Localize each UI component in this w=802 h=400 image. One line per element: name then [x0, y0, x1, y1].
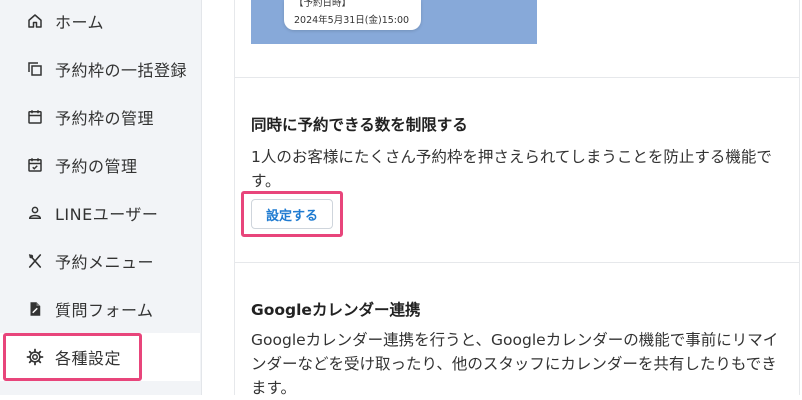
sidebar-item-reservation-menu[interactable]: 予約メニュー	[0, 237, 200, 285]
google-section-title: Googleカレンダー連携	[251, 301, 421, 319]
sidebar-item-label: 予約枠の一括登録	[55, 61, 188, 80]
utensils-icon	[25, 251, 45, 271]
gear-icon	[25, 347, 45, 367]
calendar-icon	[25, 107, 45, 127]
sidebar-item-label: 予約枠の管理	[55, 109, 155, 128]
sidebar-item-bulk-register[interactable]: 予約枠の一括登録	[0, 45, 200, 93]
sidebar: ホーム 予約枠の一括登録 予約枠の管理 予約の管理 LINEユーザー 予約メニュ…	[0, 0, 202, 395]
sidebar-item-settings[interactable]: 各種設定	[0, 333, 200, 381]
limit-section-title: 同時に予約できる数を制限する	[251, 116, 468, 134]
limit-settings-button[interactable]: 設定する	[251, 199, 333, 229]
sidebar-item-label: 各種設定	[55, 349, 122, 368]
copy-icon	[25, 59, 45, 79]
sidebar-item-label: 予約メニュー	[55, 253, 155, 272]
section-divider	[235, 262, 799, 263]
preview-card: 【予約日時】 2024年5月31日(金)15:00	[284, 0, 421, 30]
sidebar-item-label: LINEユーザー	[55, 205, 159, 224]
form-icon	[25, 299, 45, 319]
preview-card-datetime: 2024年5月31日(金)15:00	[294, 15, 410, 26]
home-icon	[25, 11, 45, 31]
limit-section-description: 1人のお客様にたくさん予約枠を押さえられてしまうことを防止する機能です。	[251, 148, 772, 190]
preview-card-heading: 【予約日時】	[294, 0, 352, 9]
sidebar-item-question-form[interactable]: 質問フォーム	[0, 285, 200, 333]
sidebar-item-label: 質問フォーム	[55, 301, 154, 320]
main-content: 【予約日時】 2024年5月31日(金)15:00 同時に予約できる数を制限する…	[234, 0, 800, 397]
section-divider	[235, 77, 799, 78]
user-icon	[25, 203, 45, 223]
preview-image: 【予約日時】 2024年5月31日(金)15:00	[251, 0, 537, 44]
sidebar-item-reservation-management[interactable]: 予約の管理	[0, 141, 200, 189]
sidebar-item-slot-management[interactable]: 予約枠の管理	[0, 93, 200, 141]
sidebar-item-label: ホーム	[55, 13, 105, 32]
sidebar-item-home[interactable]: ホーム	[0, 0, 200, 45]
calendar-check-icon	[25, 155, 45, 175]
google-section-description: Googleカレンダー連携を行うと、Googleカレンダーの機能で事前にリマイン…	[251, 331, 779, 397]
sidebar-item-label: 予約の管理	[55, 157, 138, 176]
sidebar-item-line-users[interactable]: LINEユーザー	[0, 189, 200, 237]
